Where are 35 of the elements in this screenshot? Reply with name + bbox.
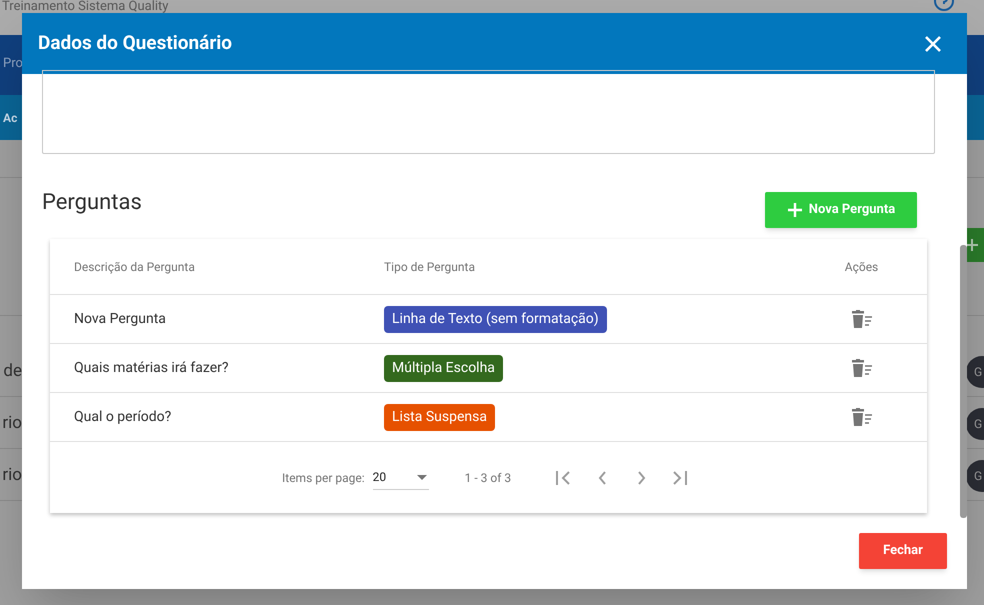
scrollbar[interactable] [960,245,967,518]
delete-icon[interactable] [850,310,872,328]
table-cell: Quais matérias irá fazer? [74,360,228,376]
row-label: rio [2,415,22,432]
section-title: Perguntas [42,189,142,217]
type-tag: Múltipla Escolha [384,354,503,382]
delete-icon[interactable] [850,408,872,426]
paginator-label: Items per page: [282,470,365,486]
close-button[interactable]: Fechar [859,533,947,569]
table-cell: Nova Pergunta [74,310,166,326]
avatar-badge[interactable]: G [966,460,984,492]
table-cell: Qual o período? [74,408,172,424]
column-header: Ações [844,260,878,274]
last-page-icon[interactable] [671,470,690,486]
plus-icon [965,238,979,252]
plus-icon [786,202,803,218]
page-range: 1 - 3 of 3 [464,470,512,486]
next-page-icon[interactable] [637,470,648,486]
dialog-title: Dados do Questionário [38,30,232,56]
type-tag: Lista Suspensa [384,404,495,430]
nav-label[interactable]: Pro [3,54,23,74]
avatar-badge[interactable]: G [966,408,984,440]
delete-icon[interactable] [850,359,872,377]
subnav-label[interactable]: Ac [3,109,18,127]
previous-page-icon[interactable] [597,470,608,486]
avatar-badge[interactable]: G [966,356,984,388]
column-header: Tipo de Pergunta [384,260,475,274]
row-label: rio [2,467,22,484]
close-icon[interactable] [924,34,942,52]
type-tag: Linha de Texto (sem formatação) [384,306,607,332]
page-size-select[interactable]: 20 [372,466,429,490]
row-label: de [3,363,22,380]
dropdown-icon [416,474,427,480]
column-header: Descrição da Pergunta [74,260,195,274]
app-title: Treinamento Sistema Quality [2,0,168,13]
